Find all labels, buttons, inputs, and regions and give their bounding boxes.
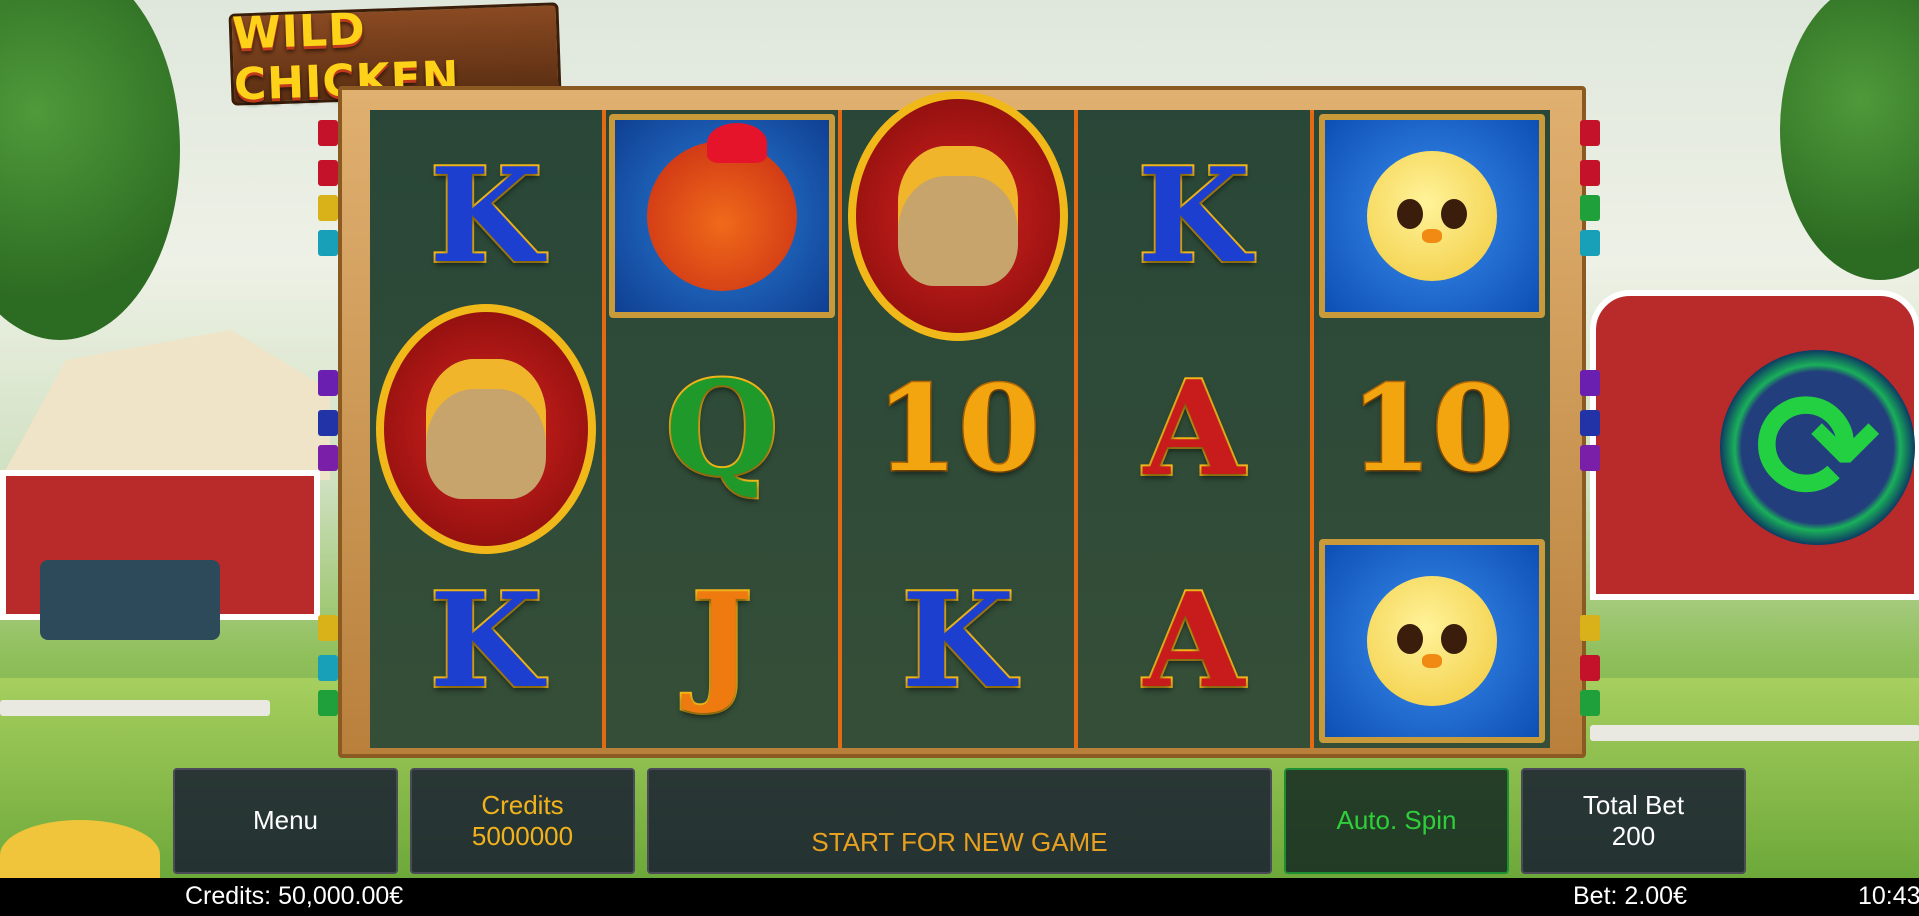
- total-bet-label: Total Bet: [1582, 789, 1685, 820]
- payline-marker: [318, 370, 338, 396]
- payline-marker: [1580, 230, 1600, 256]
- status-bar: Credits: 50,000.00€ Bet: 2.00€ 10:43: [0, 878, 1919, 916]
- payline-marker: [1580, 615, 1600, 641]
- total-bet-value: 200: [1611, 821, 1656, 851]
- auto-spin-label: Auto. Spin: [1336, 805, 1457, 836]
- symbol-letter: 10: [874, 358, 1041, 498]
- credits-panel: Credits 5000000: [410, 768, 635, 874]
- symbol-chick: [1314, 110, 1550, 323]
- payline-marker: [318, 160, 338, 186]
- reel-4: K A A: [1078, 110, 1314, 748]
- symbol-ten-crown: 10: [1314, 323, 1550, 536]
- symbol-queen-club: Q: [606, 323, 838, 536]
- payline-marker: [1580, 370, 1600, 396]
- symbol-grain-sack: [842, 91, 1074, 342]
- reels: K K Q J 10 K K A A 10: [370, 91, 1550, 748]
- tractor: [40, 560, 220, 640]
- payline-marker: [318, 690, 338, 716]
- payline-marker: [318, 655, 338, 681]
- payline-marker: [1580, 120, 1600, 146]
- chick-icon: [1367, 151, 1497, 282]
- symbol-king-spade: K: [1078, 110, 1310, 323]
- payline-marker: [318, 410, 338, 436]
- symbol-letter: K: [428, 564, 545, 718]
- symbol-king-spade: K: [370, 110, 602, 323]
- payline-marker: [318, 230, 338, 256]
- payline-marker: [1580, 195, 1600, 221]
- symbol-letter: K: [1136, 139, 1253, 293]
- payline-marker: [1580, 445, 1600, 471]
- spin-button[interactable]: ⟳: [1720, 350, 1915, 545]
- symbol-ace-heart: A: [1078, 535, 1310, 748]
- payline-marker: [318, 445, 338, 471]
- symbol-letter: K: [900, 564, 1017, 718]
- symbol-king-spade: K: [370, 535, 602, 748]
- grain-sack-icon: [426, 358, 546, 499]
- symbol-letter: A: [1142, 351, 1247, 505]
- reel-5: 10: [1314, 110, 1550, 748]
- menu-label: Menu: [252, 805, 319, 836]
- credits-value: 5000000: [471, 821, 574, 851]
- payline-marker: [1580, 160, 1600, 186]
- chick-eye: [1397, 624, 1423, 655]
- menu-button[interactable]: Menu: [173, 768, 398, 874]
- chick-eye: [1397, 199, 1423, 230]
- reel-2: Q J: [606, 110, 842, 748]
- status-time: 10:43: [1858, 882, 1919, 910]
- rooster-comb: [707, 123, 767, 164]
- status-credits: Credits: 50,000.00€: [185, 882, 404, 910]
- symbol-ace-heart: A: [1078, 323, 1310, 536]
- credits-label: Credits: [481, 789, 564, 820]
- medal-frame: [848, 91, 1068, 342]
- chick-beak: [1422, 229, 1442, 244]
- symbol-king-spade: K: [842, 535, 1074, 748]
- chick-beak: [1422, 654, 1442, 669]
- symbol-grain-sack: [370, 303, 602, 554]
- symbol-jack-diamond: J: [606, 535, 838, 748]
- payline-marker: [1580, 690, 1600, 716]
- tree-left: [0, 0, 180, 340]
- tree-right: [1780, 0, 1919, 280]
- fence-left: [0, 700, 270, 716]
- reel-1: K K: [370, 110, 606, 748]
- payline-marker: [1580, 655, 1600, 681]
- auto-spin-button[interactable]: Auto. Spin: [1284, 768, 1509, 874]
- symbol-chick: [1314, 535, 1550, 748]
- tile-frame: [1319, 114, 1545, 319]
- status-bet: Bet: 2.00€: [1573, 882, 1687, 910]
- grain-sack-icon: [898, 146, 1018, 287]
- fence-right: [1590, 725, 1919, 741]
- symbol-letter: 10: [1348, 358, 1515, 498]
- symbol-letter: A: [1142, 564, 1247, 718]
- symbol-letter: K: [428, 139, 545, 293]
- symbol-letter: J: [689, 564, 754, 718]
- payline-marker: [318, 195, 338, 221]
- game-message: START FOR NEW GAME: [811, 826, 1108, 857]
- tile-frame: [609, 114, 835, 319]
- chick-eye: [1441, 624, 1467, 655]
- symbol-letter: Q: [663, 351, 780, 505]
- payline-marker: [1580, 410, 1600, 436]
- medal-frame: [376, 303, 596, 554]
- payline-marker: [318, 120, 338, 146]
- chick-eye: [1441, 199, 1467, 230]
- barn-roof-left: [0, 330, 330, 480]
- reel-3: 10 K: [842, 91, 1078, 748]
- spin-arrows-icon: ⟳: [1754, 360, 1881, 535]
- message-panel: START FOR NEW GAME: [647, 768, 1272, 874]
- tile-frame: [1319, 539, 1545, 744]
- payline-marker: [318, 615, 338, 641]
- symbol-rooster: [606, 110, 838, 323]
- symbol-ten-crown: 10: [842, 323, 1074, 536]
- chick-icon: [1367, 576, 1497, 707]
- rooster-icon: [647, 123, 797, 292]
- total-bet-button[interactable]: Total Bet 200: [1521, 768, 1746, 874]
